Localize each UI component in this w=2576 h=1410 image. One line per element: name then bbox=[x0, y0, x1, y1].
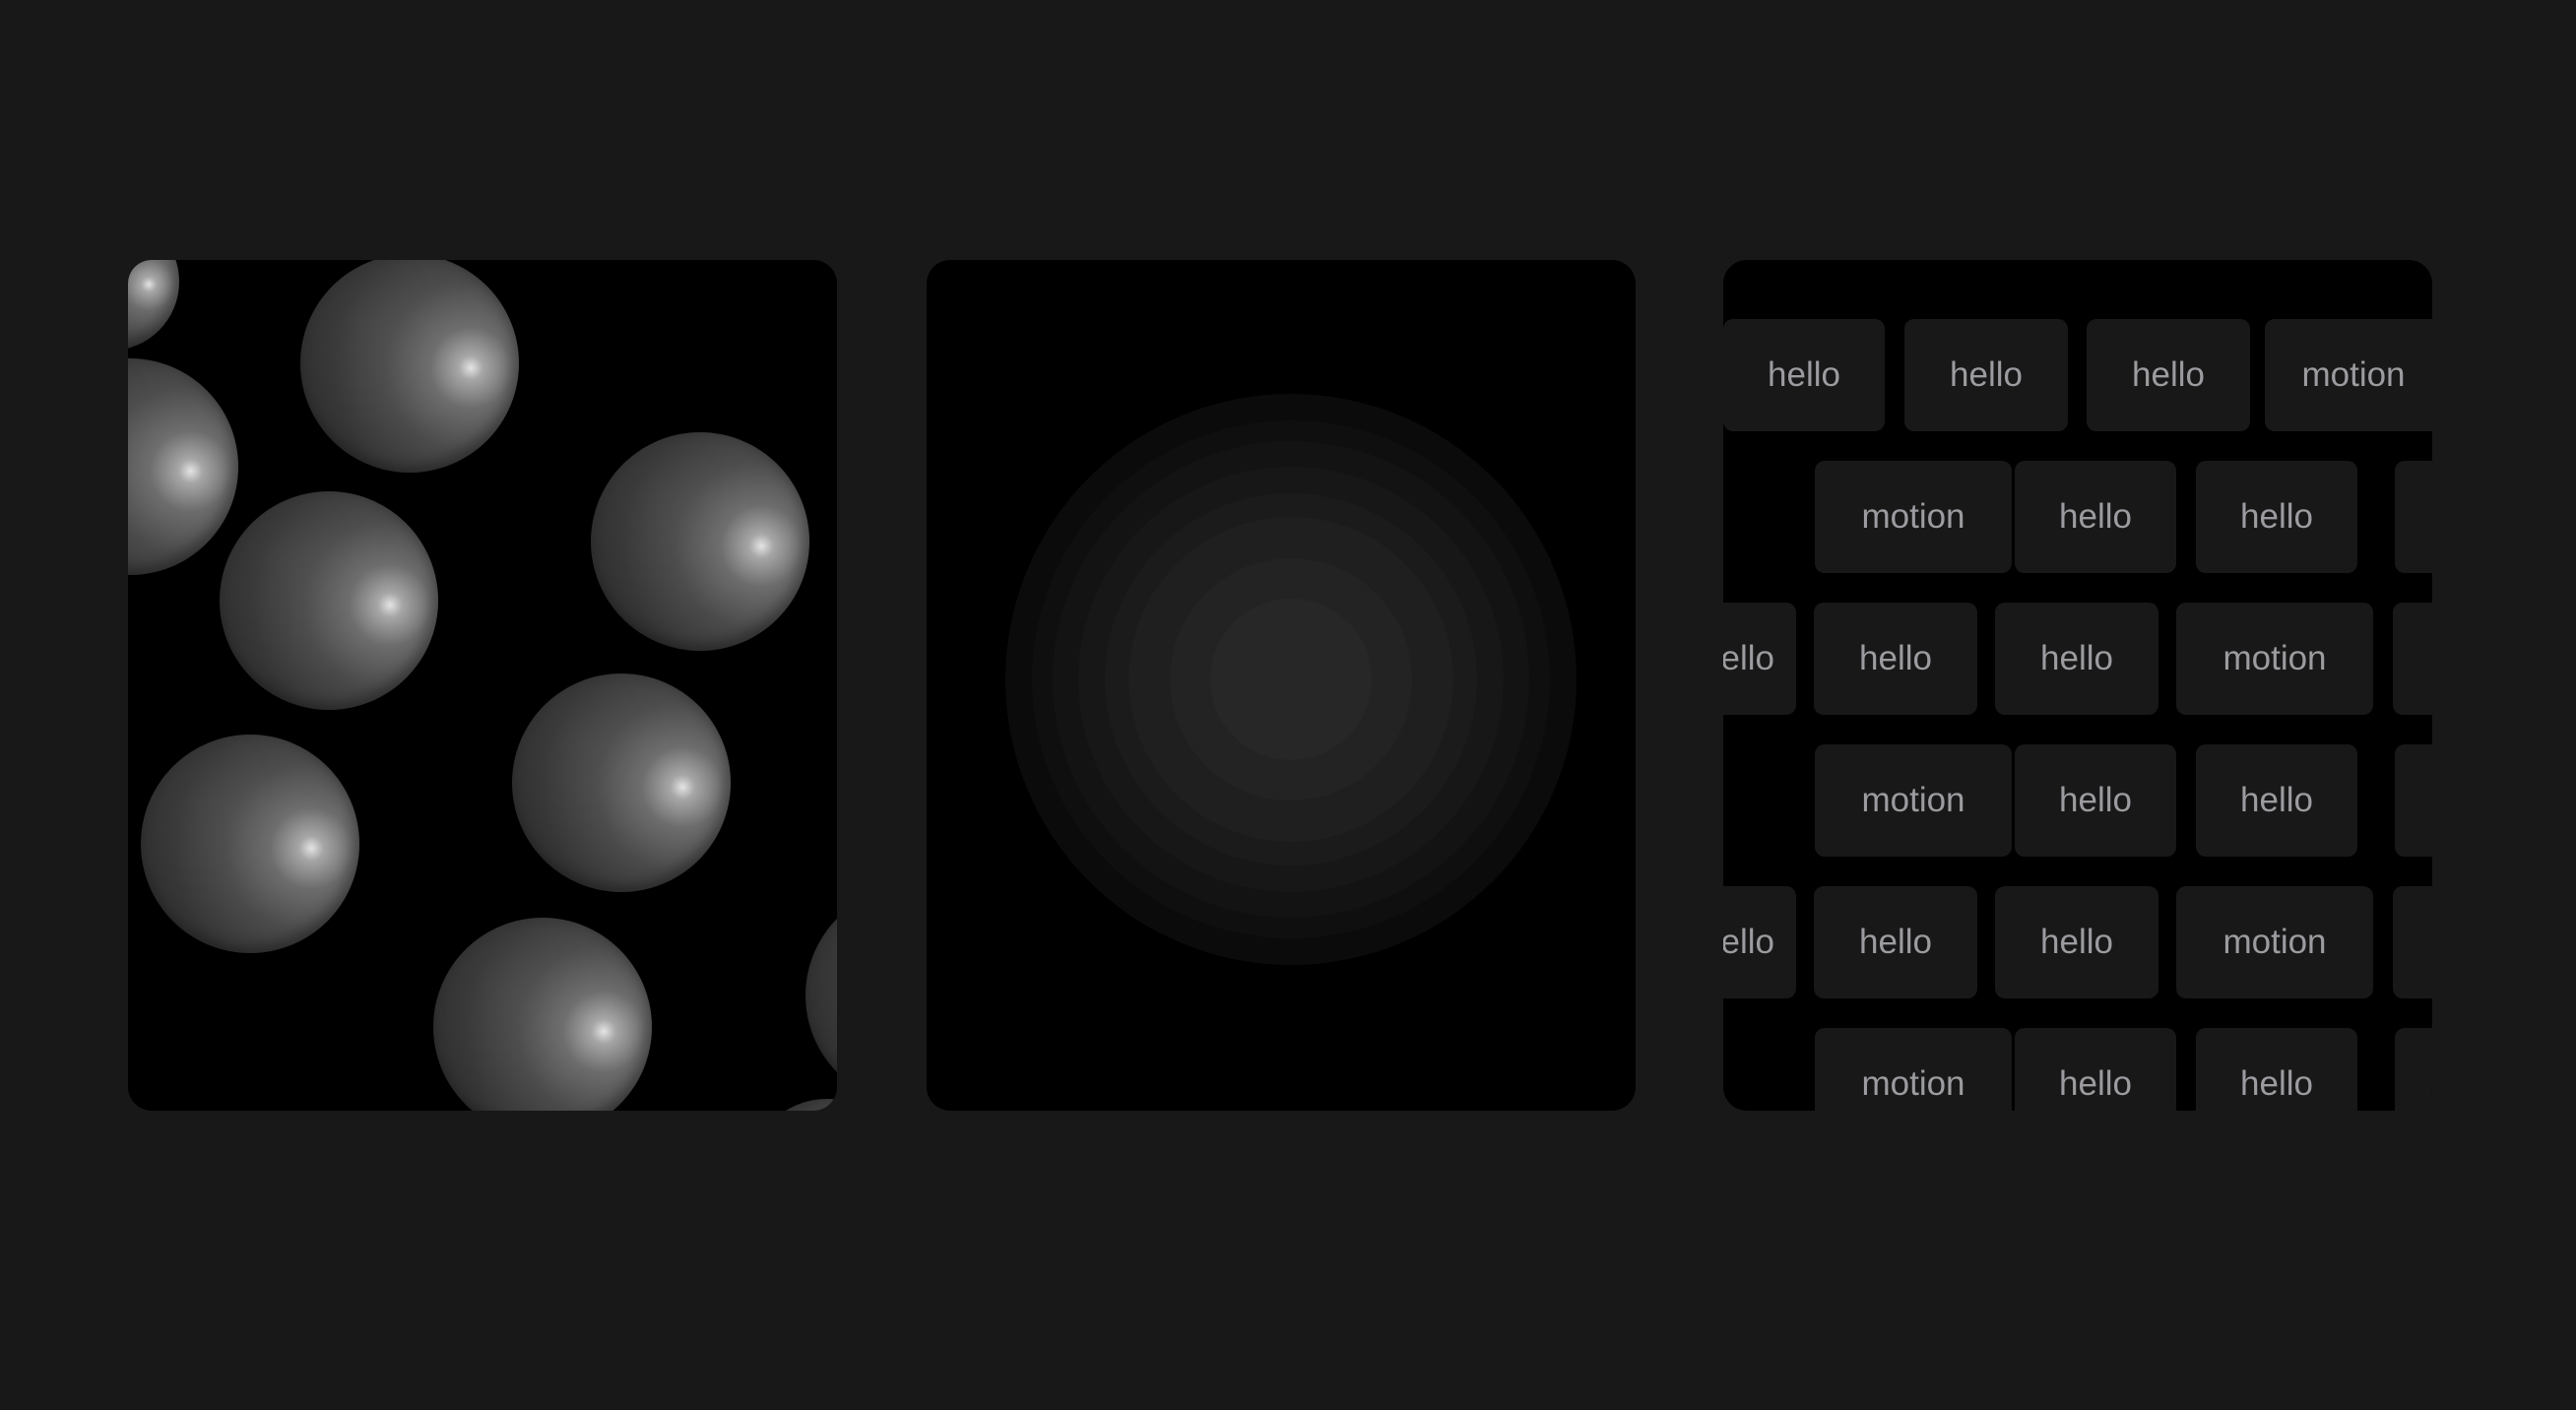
tag-chip: hello bbox=[2015, 461, 2176, 573]
spheres-panel bbox=[128, 260, 837, 1111]
tag-chip bbox=[2395, 744, 2432, 857]
tag-chip: motion bbox=[1815, 1028, 2012, 1111]
tag-chip: hello bbox=[1904, 319, 2068, 431]
tag-chip bbox=[2395, 1028, 2432, 1111]
sphere bbox=[805, 886, 837, 1105]
tag-chip: hello bbox=[1995, 886, 2158, 998]
sphere bbox=[748, 1099, 837, 1111]
sphere bbox=[220, 491, 438, 710]
tag-chip: hello bbox=[2196, 744, 2357, 857]
tag-chip: hello bbox=[1723, 886, 1796, 998]
sphere bbox=[128, 358, 238, 575]
tag-chip: motion bbox=[2176, 886, 2373, 998]
sphere bbox=[433, 918, 652, 1111]
tag-chip: hello bbox=[1723, 319, 1885, 431]
tag-chip: motion bbox=[2176, 603, 2373, 715]
sphere bbox=[300, 260, 519, 473]
tag-chip: hello bbox=[1723, 603, 1796, 715]
tag-chip: motion bbox=[1815, 744, 2012, 857]
sphere bbox=[512, 673, 731, 892]
sphere bbox=[591, 432, 809, 651]
tag-chip: motion bbox=[1815, 461, 2012, 573]
sphere bbox=[141, 735, 359, 953]
tag-chip: hello bbox=[2196, 1028, 2357, 1111]
tag-chip: hello bbox=[1814, 886, 1977, 998]
ring bbox=[1210, 599, 1372, 760]
tag-chip: motion bbox=[2265, 319, 2432, 431]
tag-chip bbox=[2395, 461, 2432, 573]
tag-chip: hello bbox=[2087, 319, 2250, 431]
tag-chip: hello bbox=[1814, 603, 1977, 715]
tag-chip: hello bbox=[2015, 1028, 2176, 1111]
tag-chip bbox=[2393, 886, 2432, 998]
tag-chip: hello bbox=[1995, 603, 2158, 715]
rings-panel bbox=[927, 260, 1636, 1111]
sphere bbox=[128, 260, 179, 351]
concentric-rings bbox=[1005, 394, 1577, 965]
tag-chip bbox=[2393, 603, 2432, 715]
tags-panel: hellohellohellomotionmotionhellohellohel… bbox=[1723, 260, 2432, 1111]
tag-chip: hello bbox=[2196, 461, 2357, 573]
tag-chip: hello bbox=[2015, 744, 2176, 857]
